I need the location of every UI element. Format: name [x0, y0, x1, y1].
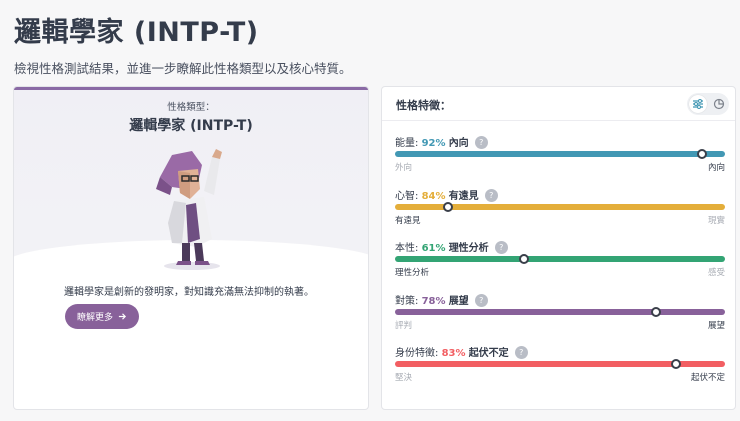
- trait-slider-knob: [670, 359, 681, 369]
- arrow-right-icon: [118, 313, 127, 320]
- trait-percentage: 61%: [421, 243, 446, 254]
- trait-left-pole: 有遠見: [395, 216, 421, 226]
- trait-bar: [395, 151, 725, 157]
- page-title: 邏輯學家 (INTP-T): [14, 17, 259, 48]
- trait-right-pole: 感受: [707, 268, 725, 278]
- trait-label: 心智: 84% 有遠見?: [395, 187, 498, 202]
- help-icon[interactable]: ?: [494, 241, 508, 254]
- trait-dominant-side: 起伏不定: [468, 348, 509, 359]
- pie-chart-icon[interactable]: [710, 95, 728, 113]
- help-icon[interactable]: ?: [484, 189, 498, 202]
- type-label: 性格類型：: [167, 102, 215, 113]
- trait-left-pole: 理性分析: [395, 268, 430, 278]
- page-subtitle: 檢視性格測試結果，並進一步瞭解此性格類型以及核心特質。: [14, 61, 352, 76]
- trait-percentage: 83%: [441, 348, 466, 359]
- trait-name: 身份特徵:: [395, 348, 439, 359]
- learn-more-button[interactable]: 瞭解更多: [65, 304, 139, 329]
- trait-right-pole: 展望: [707, 321, 725, 331]
- help-icon[interactable]: ?: [474, 136, 488, 149]
- trait-left-pole: 堅決: [395, 373, 413, 383]
- trait-slider-knob: [442, 202, 453, 212]
- trait-name: 本性:: [395, 243, 419, 254]
- sliders-icon: [693, 99, 703, 109]
- trait-label: 本性: 61% 理性分析?: [395, 239, 508, 254]
- trait-left-pole: 評判: [395, 321, 413, 331]
- learn-more-label: 瞭解更多: [76, 313, 113, 323]
- trait-row: 身份特徵: 83% 起伏不定? 堅決 起伏不定: [395, 344, 725, 392]
- trait-bar: [395, 256, 725, 262]
- type-description: 邏輯學家是創新的發明家，對知識充滿無法抑制的執著。: [64, 287, 314, 298]
- trait-label: 能量: 92% 內向?: [395, 134, 488, 149]
- trait-percentage: 92%: [421, 138, 446, 149]
- trait-right-pole: 起伏不定: [690, 373, 725, 383]
- trait-percentage: 78%: [421, 296, 446, 307]
- logician-avatar: [156, 149, 222, 270]
- help-icon[interactable]: ?: [474, 294, 488, 307]
- trait-slider-knob: [696, 149, 707, 159]
- traits-title: 性格特徵：: [396, 99, 451, 112]
- sliders-view-button[interactable]: [689, 95, 707, 113]
- trait-name: 對策:: [395, 296, 419, 307]
- trait-row: 心智: 84% 有遠見? 有遠見 現實: [395, 187, 725, 235]
- traits-card-header: 性格特徵：: [382, 87, 735, 121]
- trait-label: 對策: 78% 展望?: [395, 292, 488, 307]
- trait-dominant-side: 展望: [448, 296, 469, 307]
- personality-type-card: 性格類型： 邏輯學家 (INTP-T) 邏輯學家是創新的發明家，對知識充滿無法抑…: [13, 86, 369, 410]
- trait-dominant-side: 內向: [448, 138, 469, 149]
- trait-label: 身份特徵: 83% 起伏不定?: [395, 344, 528, 359]
- trait-row: 本性: 61% 理性分析? 理性分析 感受: [395, 239, 725, 287]
- trait-left-pole: 外向: [395, 163, 413, 173]
- trait-percentage: 84%: [421, 191, 446, 202]
- trait-row: 能量: 92% 內向? 外向 內向: [395, 134, 725, 182]
- view-toggle: [687, 93, 729, 115]
- trait-slider-knob: [518, 254, 529, 264]
- type-name: 邏輯學家 (INTP-T): [129, 118, 253, 134]
- trait-dominant-side: 有遠見: [448, 191, 479, 202]
- trait-dominant-side: 理性分析: [448, 243, 489, 254]
- trait-right-pole: 內向: [707, 163, 725, 173]
- trait-name: 心智:: [395, 191, 419, 202]
- trait-bar: [395, 309, 725, 315]
- trait-slider-knob: [650, 307, 661, 317]
- trait-row: 對策: 78% 展望? 評判 展望: [395, 292, 725, 340]
- traits-card: 性格特徵： 能量: 92% 內向? 外向 內向 心智: 84% 有遠見? 有遠見 現實 本性…: [381, 86, 736, 410]
- trait-right-pole: 現實: [707, 216, 725, 226]
- trait-name: 能量:: [395, 138, 419, 149]
- help-icon[interactable]: ?: [514, 346, 528, 359]
